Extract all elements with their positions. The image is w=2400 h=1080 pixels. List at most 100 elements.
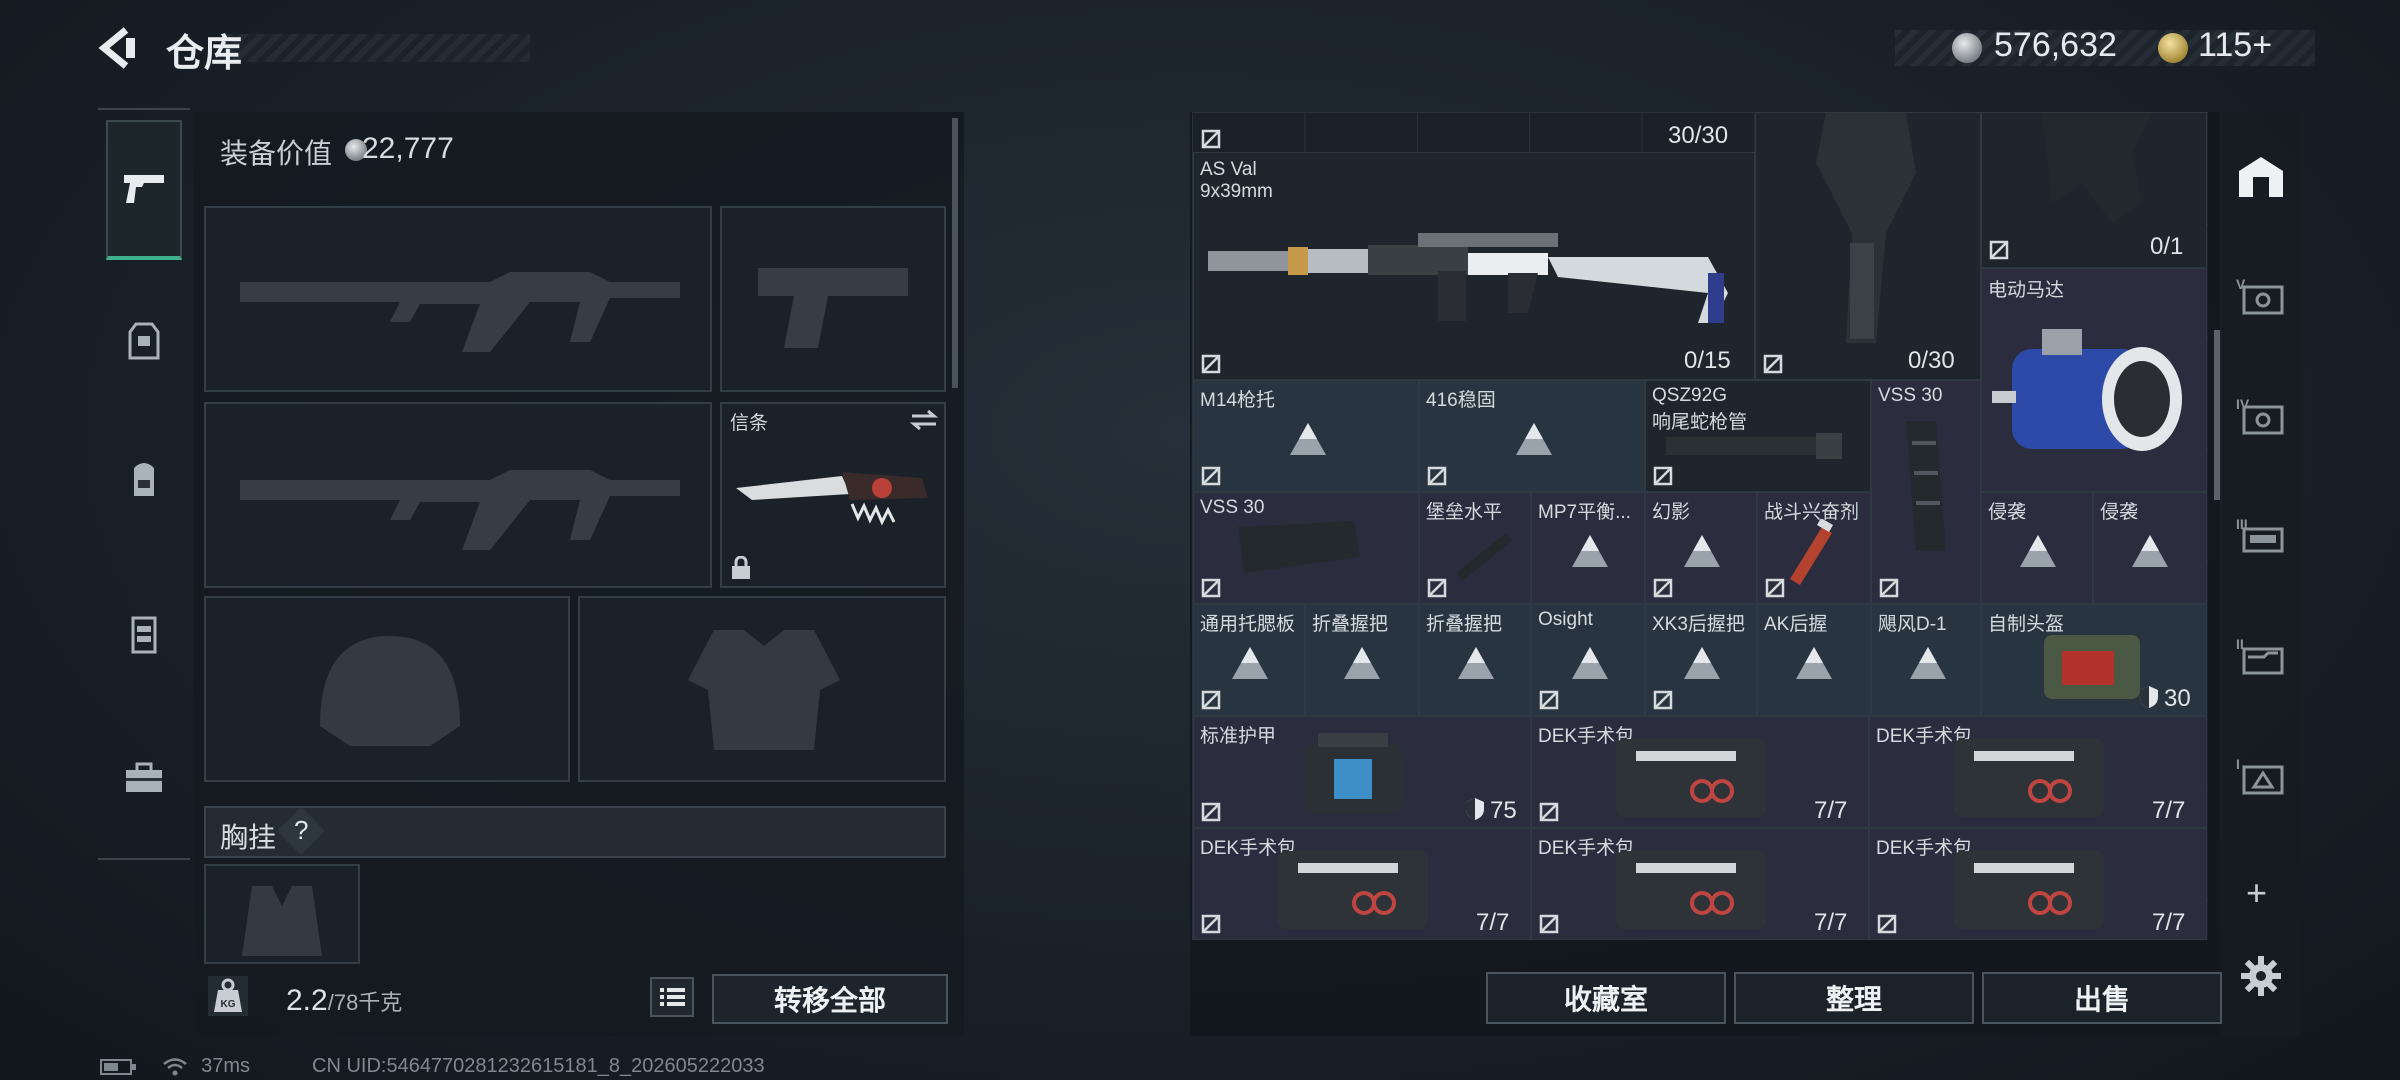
stash-item-qsz92g-barrel[interactable]: QSZ92G 响尾蛇枪管 <box>1645 380 1871 492</box>
stash-item-invasion-1[interactable]: 侵袭 <box>1981 492 2093 604</box>
user-uid: CN UID:5464770281232615181_8_20260522203… <box>312 1055 765 1077</box>
stash-page-iv[interactable]: IV <box>2224 380 2298 452</box>
stash-page-ii[interactable]: II <box>2224 620 2298 692</box>
stash-item-grip[interactable]: 0/1 <box>1981 112 2207 268</box>
stash-item-osight[interactable]: Osight <box>1531 604 1645 716</box>
item-name: 侵袭 <box>1988 502 2027 523</box>
sort-button[interactable]: 整理 <box>1734 972 1974 1024</box>
stash-item-stock[interactable]: 0/30 <box>1755 112 1981 380</box>
body-armor-slot[interactable] <box>578 596 946 782</box>
untradeable-icon <box>1201 802 1221 822</box>
stash-page-v[interactable]: V <box>2224 260 2298 332</box>
tab-weapons[interactable] <box>106 120 182 260</box>
stash-item-homemade-helmet[interactable]: 自制头盔 30 <box>1981 604 2207 716</box>
item-name: AK后握 <box>1764 614 1828 635</box>
tab-armor-backpack[interactable] <box>106 304 182 376</box>
settings-button[interactable] <box>2240 955 2282 997</box>
stash-item-xk3-grip[interactable]: XK3后握把 <box>1645 604 1757 716</box>
unknown-item-icon <box>2020 535 2056 567</box>
durability-shield-icon <box>1466 798 1484 820</box>
ticket-amount[interactable]: 115+ <box>2198 26 2272 65</box>
stash-item-vss-mag[interactable]: VSS 30 <box>1193 492 1419 604</box>
stash-item-as-val[interactable]: AS Val 9x39mm 0/15 <box>1193 152 1755 380</box>
stash-item-dek-kit[interactable]: DEK手术包 7/7 <box>1531 716 1869 828</box>
weight-icon: KG <box>208 976 248 1016</box>
stash-page-i[interactable]: I <box>2224 740 2298 812</box>
weight-badge-text: KG <box>221 999 236 1010</box>
money-amount: 576,632 <box>1994 26 2117 64</box>
network-status: 37ms <box>100 1055 250 1078</box>
stash-item-mp7[interactable]: MP7平衡... <box>1531 492 1645 604</box>
item-name: 幻影 <box>1652 502 1691 523</box>
grip-icon <box>2042 113 2152 223</box>
untradeable-icon <box>1201 914 1221 934</box>
primary-weapon-slot[interactable] <box>204 206 712 392</box>
collection-room-button[interactable]: 收藏室 <box>1486 972 1726 1024</box>
stash-item-invasion-2[interactable]: 侵袭 <box>2093 492 2207 604</box>
stash-item-dek-kit[interactable]: DEK手术包 7/7 <box>1531 828 1869 940</box>
toolbox-icon <box>126 762 162 792</box>
uses-count: 7/7 <box>2152 909 2186 936</box>
stash-item-folding-grip-1[interactable]: 折叠握把 <box>1305 604 1419 716</box>
item-count: 0/1 <box>2150 233 2184 260</box>
stash-page-main[interactable] <box>2224 140 2298 212</box>
stash-item-416-stock[interactable]: 416稳固 <box>1419 380 1645 492</box>
gear-icon <box>2241 956 2281 996</box>
stash-item-bastion[interactable]: 堡垒水平 <box>1419 492 1531 604</box>
stash-item-cheek-pad[interactable]: 通用托腮板 <box>1193 604 1305 716</box>
tab-backpack[interactable] <box>106 444 182 516</box>
melee-slot[interactable]: 信条 <box>720 402 946 588</box>
stash-item-folding-grip-2[interactable]: 折叠握把 <box>1419 604 1531 716</box>
uses-count: 7/7 <box>1476 909 1510 936</box>
uses-count: 7/7 <box>1814 909 1848 936</box>
stack-count: 30/30 <box>1668 122 1729 149</box>
stash-item-ak-grip[interactable]: AK后握 <box>1757 604 1871 716</box>
tab-vest[interactable] <box>106 598 182 670</box>
battery-icon <box>100 1058 136 1075</box>
untradeable-icon <box>1539 690 1559 710</box>
equipment-value-label: 装备价值 <box>220 138 333 169</box>
untradeable-icon <box>1201 690 1221 710</box>
chest-rig-slot[interactable] <box>204 864 360 964</box>
scope-icon <box>1456 533 1512 581</box>
stash-item-dek-kit[interactable]: DEK手术包 7/7 <box>1869 828 2207 940</box>
unknown-item-icon <box>1290 423 1326 455</box>
add-tickets-icon[interactable]: + <box>2252 26 2272 64</box>
transfer-all-button[interactable]: 转移全部 <box>712 974 948 1024</box>
barrel-icon <box>1666 433 1842 459</box>
item-name: 折叠握把 <box>1426 614 1503 635</box>
backpack-icon <box>134 463 154 496</box>
stash-item-dek-kit[interactable]: DEK手术包 7/7 <box>1193 828 1531 940</box>
stash-item-hurricane-d1[interactable]: 飓风D-1 <box>1871 604 1981 716</box>
unknown-item-icon <box>1344 647 1380 679</box>
swap-icon[interactable] <box>908 408 940 432</box>
item-name: XK3后握把 <box>1652 614 1745 635</box>
helmet-slot[interactable] <box>204 596 570 782</box>
item-name: 电动马达 <box>1988 280 2065 301</box>
stash-item-vss-mag-tall[interactable]: VSS 30 <box>1871 380 1981 604</box>
helmet-silhouette-icon <box>320 636 460 746</box>
stash-scrollbar[interactable] <box>2214 330 2220 500</box>
unknown-item-icon <box>1796 647 1832 679</box>
gun-stock-icon <box>1816 113 1916 343</box>
stash-item-dek-kit[interactable]: DEK手术包 7/7 <box>1869 716 2207 828</box>
stash-page-iii[interactable]: III <box>2224 500 2298 572</box>
stash-item-m14-stock[interactable]: M14枪托 <box>1193 380 1419 492</box>
sell-button[interactable]: 出售 <box>1982 972 2222 1024</box>
uses-count: 7/7 <box>1814 797 1848 824</box>
list-view-button[interactable] <box>650 977 694 1017</box>
add-page-button[interactable]: + <box>2246 872 2267 914</box>
stash-item-phantom[interactable]: 幻影 <box>1645 492 1757 604</box>
stash-item-standard-armor[interactable]: 标准护甲 75 <box>1193 716 1531 828</box>
back-button[interactable] <box>96 26 140 70</box>
equipment-scrollbar[interactable] <box>952 118 958 388</box>
pistol-slot[interactable] <box>720 206 946 392</box>
tab-toolbox[interactable] <box>106 742 182 814</box>
item-name: 折叠握把 <box>1312 614 1389 635</box>
surgery-kit-icon <box>1278 851 1428 929</box>
stash-item-electric-motor[interactable]: 电动马达 <box>1981 268 2207 492</box>
title-decoration <box>224 34 530 62</box>
melee-name: 信条 <box>730 413 769 434</box>
stash-item-combat-stim[interactable]: 战斗兴奋剂 <box>1757 492 1871 604</box>
secondary-weapon-slot[interactable] <box>204 402 712 588</box>
